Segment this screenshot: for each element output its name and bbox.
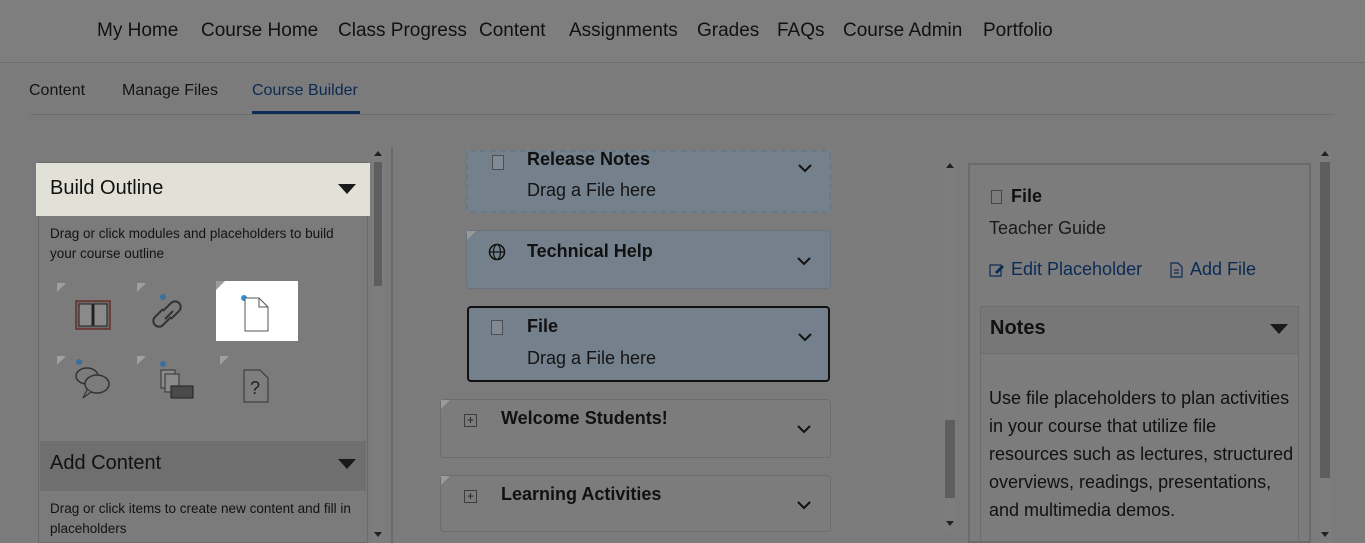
notes-text: Use file placeholders to plan activities… <box>989 388 1294 520</box>
add-content-description: Drag or click items to create new conten… <box>50 501 351 536</box>
outline-card-learning-activities[interactable]: + Learning Activities <box>440 475 831 532</box>
details-scrollbar-thumb[interactable] <box>1320 162 1330 478</box>
outline-card-welcome-students[interactable]: + Welcome Students! <box>440 399 831 458</box>
caret-down-icon[interactable] <box>338 459 356 469</box>
file-icon <box>491 320 503 335</box>
file-icon <box>241 295 269 332</box>
nav-grades[interactable]: Grades <box>697 20 759 42</box>
chevron-down-icon[interactable] <box>797 256 811 266</box>
details-name: Teacher Guide <box>989 218 1107 238</box>
edit-placeholder-icon <box>989 264 1004 277</box>
notes-title: Notes <box>990 317 1046 339</box>
outline-card-file[interactable]: File Drag a File here <box>467 306 830 382</box>
discussion-icon <box>75 359 110 399</box>
add-content-header[interactable]: Add Content <box>40 441 366 491</box>
quiz-icon: ? <box>243 369 269 403</box>
build-outline-title: Build Outline <box>50 177 164 199</box>
file-icon <box>492 155 504 170</box>
card-title: Technical Help <box>527 241 653 261</box>
scroll-down-icon[interactable] <box>946 521 954 526</box>
nav-course-home[interactable]: Course Home <box>201 20 318 42</box>
tab-manage-files[interactable]: Manage Files <box>122 82 218 100</box>
top-navigation: My Home Course Home Class Progress Conte… <box>0 0 1365 63</box>
card-title: Release Notes <box>527 149 651 169</box>
nav-course-admin[interactable]: Course Admin <box>843 20 962 42</box>
nav-portfolio[interactable]: Portfolio <box>983 20 1053 42</box>
add-file-icon <box>1170 262 1183 278</box>
svg-text:?: ? <box>250 378 260 398</box>
left-scrollbar-thumb[interactable] <box>374 162 382 286</box>
build-outline-header[interactable]: Build Outline <box>36 163 370 216</box>
module-tool[interactable] <box>57 283 117 343</box>
file-icon <box>991 190 1002 204</box>
caret-down-icon[interactable] <box>338 184 356 194</box>
build-outline-description: Drag or click modules and placeholders t… <box>50 226 334 261</box>
expand-icon[interactable]: + <box>464 490 477 503</box>
details-type: File <box>1011 186 1043 206</box>
nav-content[interactable]: Content <box>479 20 546 42</box>
scroll-up-icon[interactable] <box>374 151 382 156</box>
card-title: Welcome Students! <box>501 408 668 428</box>
chevron-down-icon[interactable] <box>797 424 811 434</box>
card-subtitle: Drag a File here <box>527 180 657 200</box>
subnav-divider <box>30 114 1334 115</box>
caret-down-icon[interactable] <box>1270 324 1288 334</box>
outline-card-technical-help[interactable]: Technical Help <box>466 230 831 289</box>
tab-content[interactable]: Content <box>29 82 85 100</box>
link-icon <box>152 294 182 328</box>
link-tool[interactable] <box>137 283 197 343</box>
edit-placeholder-link[interactable]: Edit Placeholder <box>1011 259 1142 280</box>
globe-icon <box>488 243 506 261</box>
scroll-up-icon[interactable] <box>946 163 954 168</box>
dropbox-icon <box>160 361 194 399</box>
discussion-tool[interactable] <box>57 356 117 416</box>
add-content-title: Add Content <box>50 452 162 474</box>
nav-faqs[interactable]: FAQs <box>777 20 825 42</box>
panel-divider <box>391 147 393 543</box>
chevron-down-icon[interactable] <box>798 332 812 342</box>
dropbox-tool[interactable] <box>137 356 197 416</box>
add-file-link[interactable]: Add File <box>1190 259 1256 280</box>
tab-course-builder[interactable]: Course Builder <box>252 82 358 100</box>
outline-card-release-notes[interactable]: Release Notes Drag a File here <box>466 149 831 213</box>
quiz-tool[interactable]: ? <box>220 356 280 416</box>
card-subtitle: Drag a File here <box>527 348 657 368</box>
module-icon <box>75 300 111 330</box>
file-tool[interactable] <box>216 281 298 341</box>
card-title: File <box>527 316 559 336</box>
nav-class-progress[interactable]: Class Progress <box>338 20 467 42</box>
chevron-down-icon[interactable] <box>797 500 811 510</box>
card-title: Learning Activities <box>501 484 662 504</box>
nav-assignments[interactable]: Assignments <box>569 20 678 42</box>
notes-header[interactable]: Notes <box>980 306 1299 354</box>
outline-scrollbar-thumb[interactable] <box>945 420 955 498</box>
nav-my-home[interactable]: My Home <box>97 20 178 42</box>
chevron-down-icon[interactable] <box>798 163 812 173</box>
scroll-up-icon[interactable] <box>1321 151 1329 156</box>
scroll-down-icon[interactable] <box>374 532 382 537</box>
expand-icon[interactable]: + <box>464 414 477 427</box>
scroll-down-icon[interactable] <box>1321 532 1329 537</box>
